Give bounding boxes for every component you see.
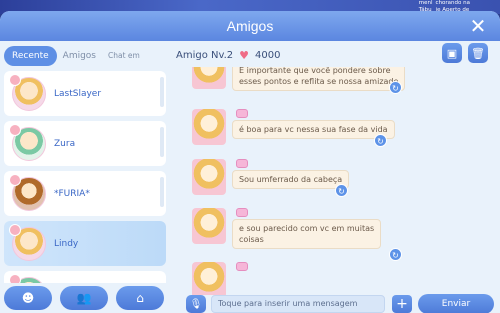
sticker-icon bbox=[236, 262, 248, 271]
message-text: e sou parecido com vc em muitas bbox=[239, 224, 375, 233]
avatar bbox=[9, 173, 46, 211]
microphone-icon: 🎙 bbox=[189, 298, 203, 310]
friends-group-button[interactable]: 👥 bbox=[60, 286, 108, 310]
avatar bbox=[192, 67, 226, 89]
item-edge-decoration bbox=[160, 177, 164, 207]
message-bubble: e sou parecido com vc em muitas coisas bbox=[232, 219, 382, 249]
chat-message: e sou parecido com vc em muitas coisas ↻ bbox=[192, 208, 492, 261]
refresh-icon: ↻ bbox=[377, 137, 384, 146]
friend-list: LastSlayer Zura *FURIA* Lindy bbox=[4, 71, 166, 283]
translate-button[interactable]: ↻ bbox=[389, 248, 402, 261]
level-badge-icon bbox=[9, 223, 21, 236]
message-list: É importante que você pondere sobre esse… bbox=[170, 67, 500, 295]
translate-button[interactable]: ↻ bbox=[335, 184, 348, 197]
sticker-icon bbox=[236, 159, 248, 168]
tab-chat-em-grupo[interactable]: Chat em Grupo bbox=[102, 46, 170, 80]
plus-icon: + bbox=[396, 296, 408, 312]
home-button[interactable]: ⌂ bbox=[116, 286, 164, 310]
add-friend-button[interactable]: ☻ bbox=[4, 286, 52, 310]
attach-button[interactable]: + bbox=[392, 295, 412, 313]
refresh-icon: ↻ bbox=[338, 187, 345, 196]
sticker-icon bbox=[236, 109, 248, 118]
chat-message: é boa para vc nessa sua fase da vida ↻ bbox=[192, 109, 492, 157]
friends-panel: Recente Amigos Chat em Grupo LastSlayer … bbox=[0, 41, 170, 313]
message-input[interactable]: Toque para inserir uma mensagem bbox=[211, 295, 385, 313]
avatar bbox=[9, 73, 46, 111]
friendship-level: Amigo Nv.2 bbox=[176, 49, 234, 61]
friend-name: *FURIA* bbox=[54, 188, 90, 199]
message-text: é boa para vc nessa sua fase da vida bbox=[239, 125, 388, 134]
friend-item[interactable] bbox=[4, 271, 166, 283]
user-search-icon: ☻ bbox=[21, 291, 35, 305]
message-bubble: Sou umferrado da cabeça bbox=[232, 170, 350, 189]
message-text: coisas bbox=[239, 235, 264, 244]
chat-message bbox=[192, 262, 492, 295]
delete-chat-button[interactable]: 🗑 bbox=[468, 43, 488, 63]
friend-item-selected[interactable]: Lindy bbox=[4, 221, 166, 266]
chat-header: Amigo Nv.2 ♥ 4000 bbox=[176, 45, 281, 65]
heart-icon: ♥ bbox=[239, 48, 250, 62]
friendship-points: 4000 bbox=[255, 49, 281, 61]
window-title: Amigos bbox=[226, 18, 274, 34]
avatar bbox=[9, 123, 46, 161]
friend-name: Zura bbox=[54, 138, 76, 149]
avatar bbox=[192, 159, 226, 195]
friend-name: LastSlayer bbox=[54, 88, 102, 99]
send-button[interactable]: Enviar bbox=[418, 294, 494, 313]
friends-action-bar: ☻ 👥 ⌂ bbox=[0, 283, 170, 313]
message-text: Sou umferrado da cabeça bbox=[239, 175, 343, 184]
chat-message: Sou umferrado da cabeça ↻ bbox=[192, 159, 492, 207]
message-text: esses pontos e reflita se nossa amizade bbox=[239, 77, 399, 86]
level-badge-icon bbox=[9, 123, 21, 136]
gift-button[interactable]: ▣ bbox=[442, 43, 462, 63]
message-input-bar: 🎙 Toque para inserir uma mensagem + Envi… bbox=[170, 294, 500, 313]
close-icon: ✕ bbox=[469, 14, 487, 38]
trash-icon: 🗑 bbox=[471, 46, 485, 60]
refresh-icon: ↻ bbox=[392, 251, 399, 260]
level-badge-icon bbox=[9, 273, 21, 283]
tab-recente[interactable]: Recente bbox=[4, 46, 57, 66]
close-button[interactable]: ✕ bbox=[468, 16, 488, 36]
avatar bbox=[9, 223, 46, 261]
friend-item[interactable]: *FURIA* bbox=[4, 171, 166, 216]
voice-button[interactable]: 🎙 bbox=[186, 295, 206, 313]
item-edge-decoration bbox=[160, 127, 164, 157]
translate-button[interactable]: ↻ bbox=[389, 81, 402, 94]
friends-window: Amigos ✕ Recente Amigos Chat em Grupo La… bbox=[0, 11, 500, 313]
refresh-icon: ↻ bbox=[392, 84, 399, 93]
friend-item[interactable]: LastSlayer bbox=[4, 71, 166, 116]
message-bubble: É importante que você pondere sobre esse… bbox=[232, 67, 406, 91]
title-bar: Amigos ✕ bbox=[0, 11, 500, 41]
home-icon: ⌂ bbox=[136, 291, 144, 305]
item-edge-decoration bbox=[160, 77, 164, 107]
avatar bbox=[192, 262, 226, 295]
sticker-icon bbox=[236, 208, 248, 217]
friends-tabs: Recente Amigos Chat em Grupo bbox=[4, 45, 170, 80]
chat-panel: Amigo Nv.2 ♥ 4000 ▣ 🗑 É importante que v… bbox=[170, 41, 500, 313]
level-badge-icon bbox=[9, 173, 21, 186]
friend-name: Lindy bbox=[54, 238, 79, 249]
translate-button[interactable]: ↻ bbox=[374, 134, 387, 147]
avatar bbox=[192, 208, 226, 244]
gift-icon: ▣ bbox=[446, 46, 458, 60]
level-badge-icon bbox=[9, 73, 21, 86]
avatar bbox=[192, 109, 226, 145]
chat-message: É importante que você pondere sobre esse… bbox=[192, 67, 492, 101]
people-icon: 👥 bbox=[76, 291, 92, 305]
message-bubble: é boa para vc nessa sua fase da vida bbox=[232, 120, 395, 139]
friend-item[interactable]: Zura bbox=[4, 121, 166, 166]
message-text: É importante que você pondere sobre bbox=[239, 67, 391, 75]
tab-amigos[interactable]: Amigos bbox=[57, 46, 102, 66]
